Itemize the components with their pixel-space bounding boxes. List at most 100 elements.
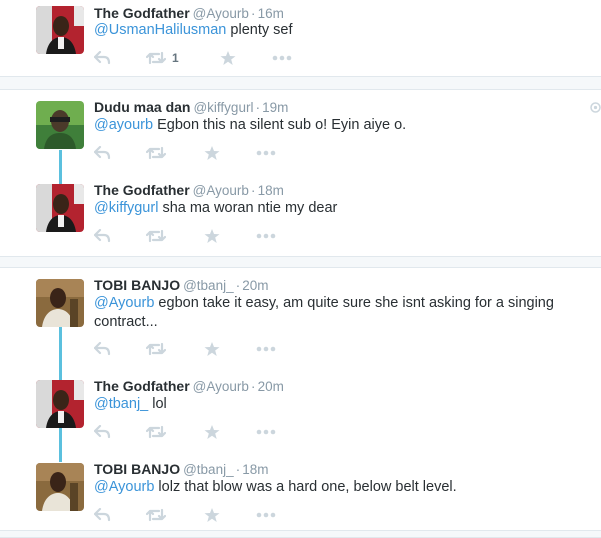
author-name[interactable]: TOBI BANJO: [94, 277, 180, 293]
more-button[interactable]: [256, 227, 276, 245]
tweet-body: lolz that blow was a hard one, below bel…: [154, 479, 457, 495]
author-handle[interactable]: @tbanj_: [183, 278, 234, 293]
retweet-icon: [146, 425, 166, 439]
separator: ·: [250, 378, 256, 394]
reply-button[interactable]: [94, 423, 111, 441]
reply-icon: [94, 508, 111, 522]
more-icon: [256, 429, 276, 435]
retweet-icon: [146, 229, 166, 243]
retweet-icon: [146, 146, 166, 160]
timestamp[interactable]: 18m: [242, 462, 268, 477]
timestamp[interactable]: 20m: [258, 379, 284, 394]
reply-icon: [94, 51, 111, 65]
separator: ·: [235, 277, 241, 293]
tweet-text: @Ayourb lolz that blow was a hard one, b…: [94, 478, 564, 497]
reply-icon: [94, 342, 111, 356]
tweet-text: @UsmanHalilusman plenty sef: [94, 21, 564, 40]
author-handle[interactable]: @tbanj_: [183, 462, 234, 477]
separator: ·: [250, 182, 256, 198]
author-name[interactable]: Dudu maa dan: [94, 99, 190, 115]
tweet-text: @tbanj_ lol: [94, 395, 564, 414]
tweet-body: Egbon this na silent sub o! Eyin aiye o.: [153, 117, 407, 133]
timestamp[interactable]: 16m: [258, 6, 284, 21]
more-icon: [256, 346, 276, 352]
retweet-icon: [146, 508, 166, 522]
separator: ·: [255, 99, 261, 115]
tweet[interactable]: The Godfather @Ayourb · 16m @UsmanHalilusma…: [0, 0, 601, 76]
tweet[interactable]: TOBI BANJO @tbanj_ · 18m @Ayourb lolz that …: [0, 456, 601, 530]
author-handle[interactable]: @Ayourb: [193, 183, 249, 198]
avatar[interactable]: [36, 463, 84, 511]
more-icon: [272, 55, 292, 61]
reply-button[interactable]: [94, 340, 111, 358]
more-button[interactable]: [256, 423, 276, 441]
reply-button[interactable]: [94, 49, 111, 67]
author-handle[interactable]: @Ayourb: [193, 379, 249, 394]
tweet-body: lol: [148, 396, 167, 412]
separator: ·: [250, 5, 256, 21]
more-button[interactable]: [256, 144, 276, 162]
retweet-button[interactable]: [146, 423, 166, 441]
author-handle[interactable]: @kiffygurl: [193, 100, 253, 115]
timeline-gap: [0, 530, 601, 538]
avatar[interactable]: [36, 279, 84, 327]
reply-button[interactable]: [94, 144, 111, 162]
retweet-button[interactable]: [146, 340, 166, 358]
avatar[interactable]: [36, 380, 84, 428]
favorite-button[interactable]: [204, 423, 220, 441]
more-icon: [256, 233, 276, 239]
tweet[interactable]: Dudu maa dan @kiffygurl · 19m @ayourb Egbon…: [0, 89, 601, 175]
avatar[interactable]: [36, 6, 84, 54]
timeline-gap: [0, 76, 601, 90]
author-name[interactable]: The Godfather: [94, 5, 190, 21]
separator: ·: [235, 461, 241, 477]
more-button[interactable]: [256, 340, 276, 358]
tweet-body-continued: contract...: [94, 314, 158, 330]
more-icon: [256, 512, 276, 518]
retweet-button[interactable]: 1: [146, 49, 179, 67]
retweet-icon: [146, 51, 166, 65]
retweet-button[interactable]: [146, 506, 166, 524]
avatar[interactable]: [36, 184, 84, 232]
more-icon: [256, 150, 276, 156]
author-handle[interactable]: @Ayourb: [193, 6, 249, 21]
favorite-button[interactable]: [204, 340, 220, 358]
author-name[interactable]: The Godfather: [94, 182, 190, 198]
star-icon: [204, 342, 220, 356]
reply-button[interactable]: [94, 506, 111, 524]
author-name[interactable]: TOBI BANJO: [94, 461, 180, 477]
favorite-button[interactable]: [204, 144, 220, 162]
mention-link[interactable]: @Ayourb: [94, 479, 154, 495]
avatar[interactable]: [36, 101, 84, 149]
favorite-button[interactable]: [220, 49, 236, 67]
reply-icon: [94, 229, 111, 243]
tweet-body: plenty sef: [226, 22, 293, 38]
retweet-button[interactable]: [146, 144, 166, 162]
mention-link[interactable]: @tbanj_: [94, 396, 148, 412]
star-icon: [204, 425, 220, 439]
tweet-text: @ayourb Egbon this na silent sub o! Eyin…: [94, 116, 564, 135]
timestamp[interactable]: 20m: [242, 278, 268, 293]
mention-link[interactable]: @kiffygurl: [94, 200, 158, 216]
mention-link[interactable]: @Ayourb: [94, 295, 154, 311]
favorite-button[interactable]: [204, 506, 220, 524]
timestamp[interactable]: 18m: [258, 183, 284, 198]
timestamp[interactable]: 19m: [262, 100, 288, 115]
reply-icon: [94, 425, 111, 439]
tweet[interactable]: The Godfather @Ayourb · 18m @kiffygurl sha …: [0, 176, 601, 256]
favorite-button[interactable]: [204, 227, 220, 245]
tweet[interactable]: TOBI BANJO @tbanj_ · 20m @Ayourb egbon take…: [0, 267, 601, 372]
tweet-body: egbon take it easy, am quite sure she is…: [154, 295, 554, 311]
author-name[interactable]: The Godfather: [94, 378, 190, 394]
reply-button[interactable]: [94, 227, 111, 245]
star-icon: [220, 51, 236, 65]
retweet-button[interactable]: [146, 227, 166, 245]
mention-link[interactable]: @UsmanHalilusman: [94, 22, 226, 38]
tweet-body: sha ma woran ntie my dear: [158, 200, 338, 216]
mention-link[interactable]: @ayourb: [94, 117, 153, 133]
star-icon: [204, 146, 220, 160]
tweet[interactable]: The Godfather @Ayourb · 20m @tbanj_ lol: [0, 372, 601, 456]
more-button[interactable]: [256, 506, 276, 524]
retweet-icon: [146, 342, 166, 356]
more-button[interactable]: [272, 49, 292, 67]
